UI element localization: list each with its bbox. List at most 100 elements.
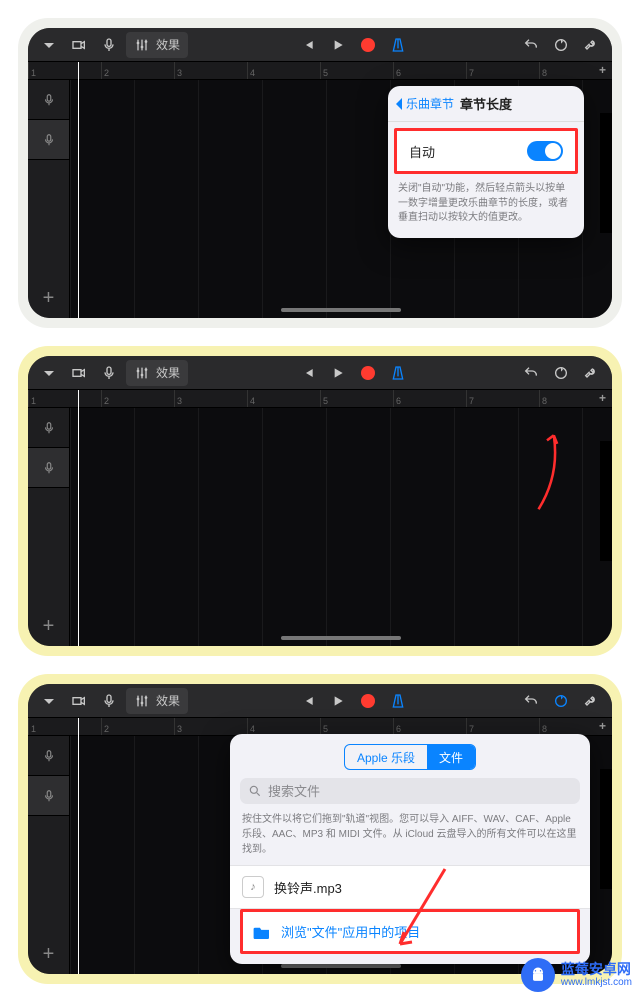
- ruler-add-section[interactable]: +: [599, 63, 606, 77]
- playhead[interactable]: [78, 62, 79, 318]
- segment-apple-loops[interactable]: Apple 乐段: [345, 745, 427, 769]
- undo-button[interactable]: [518, 360, 544, 386]
- auto-row: 自动: [397, 131, 575, 171]
- fx-label: 效果: [156, 692, 180, 709]
- record-icon: [361, 694, 375, 708]
- ruler-add-section[interactable]: +: [599, 391, 606, 405]
- sliders-icon: [134, 693, 150, 709]
- home-indicator: [281, 964, 401, 968]
- toolbar: 效果: [28, 684, 612, 718]
- fx-label: 效果: [156, 36, 180, 53]
- rewind-icon: [300, 365, 316, 381]
- garageband-screen: 效果 1 2 3 4 5 6 7: [28, 356, 612, 646]
- play-button[interactable]: [325, 360, 351, 386]
- camera-icon: [71, 693, 87, 709]
- metronome-icon: [390, 693, 406, 709]
- dropdown-button[interactable]: [36, 32, 62, 58]
- dropdown-button[interactable]: [36, 360, 62, 386]
- loop-browser-button[interactable]: [548, 688, 574, 714]
- record-icon: [361, 366, 375, 380]
- fx-button[interactable]: 效果: [126, 688, 188, 714]
- playhead[interactable]: [78, 718, 79, 974]
- rewind-button[interactable]: [295, 688, 321, 714]
- record-button[interactable]: [355, 688, 381, 714]
- timeline-ruler[interactable]: 1 2 3 4 5 6 7 8 +: [28, 62, 612, 80]
- ruler-tick: 5: [320, 390, 393, 407]
- search-icon: [248, 784, 262, 798]
- play-button[interactable]: [325, 32, 351, 58]
- camera-button[interactable]: [66, 688, 92, 714]
- home-indicator: [281, 308, 401, 312]
- segment-files[interactable]: 文件: [427, 745, 475, 769]
- fx-button[interactable]: 效果: [126, 32, 188, 58]
- ruler-tick: 7: [466, 718, 539, 735]
- toolbar: 效果: [28, 356, 612, 390]
- rewind-button[interactable]: [295, 360, 321, 386]
- fx-button[interactable]: 效果: [126, 360, 188, 386]
- ruler-tick: 1: [28, 390, 101, 407]
- back-label: 乐曲章节: [406, 95, 454, 112]
- timeline-ruler[interactable]: 1 2 3 4 5 6 7 8 +: [28, 390, 612, 408]
- import-hint: 按住文件以将它们拖到"轨道"视图。您可以导入 AIFF、WAV、CAF、Appl…: [230, 812, 590, 865]
- add-track-button[interactable]: +: [28, 934, 69, 974]
- play-button[interactable]: [325, 688, 351, 714]
- undo-button[interactable]: [518, 32, 544, 58]
- browse-files-button[interactable]: 浏览"文件"应用中的项目: [240, 909, 580, 954]
- track-header[interactable]: [28, 408, 69, 448]
- microphone-icon: [101, 37, 117, 53]
- ruler-add-section[interactable]: +: [599, 719, 606, 733]
- file-row[interactable]: ♪ 换铃声.mp3: [230, 865, 590, 909]
- record-button[interactable]: [355, 360, 381, 386]
- rewind-button[interactable]: [295, 32, 321, 58]
- metronome-button[interactable]: [385, 32, 411, 58]
- watermark-logo: [521, 958, 555, 992]
- mic-button[interactable]: [96, 32, 122, 58]
- microphone-icon: [101, 365, 117, 381]
- undo-icon: [523, 693, 539, 709]
- ruler-tick: 7: [466, 62, 539, 79]
- settings-button[interactable]: [578, 688, 604, 714]
- auto-toggle[interactable]: [527, 141, 563, 161]
- garageband-screen: 效果: [28, 28, 612, 318]
- track-header[interactable]: [28, 736, 69, 776]
- chevron-down-icon: [41, 365, 57, 381]
- folder-icon: [253, 925, 271, 939]
- loop-browser-button[interactable]: [548, 360, 574, 386]
- record-button[interactable]: [355, 32, 381, 58]
- track-header[interactable]: [28, 80, 69, 120]
- ruler-tick: 2: [101, 718, 174, 735]
- dropdown-button[interactable]: [36, 688, 62, 714]
- metronome-button[interactable]: [385, 688, 411, 714]
- microphone-icon: [42, 421, 56, 435]
- ruler-tick: 3: [174, 62, 247, 79]
- camera-button[interactable]: [66, 32, 92, 58]
- mic-button[interactable]: [96, 360, 122, 386]
- search-field[interactable]: 搜索文件: [240, 778, 580, 804]
- camera-button[interactable]: [66, 360, 92, 386]
- add-track-button[interactable]: +: [28, 606, 69, 646]
- track-header[interactable]: [28, 448, 69, 488]
- sliders-icon: [134, 365, 150, 381]
- ruler-tick: 1: [28, 62, 101, 79]
- popover-back-button[interactable]: 乐曲章节: [394, 86, 454, 121]
- microphone-icon: [42, 789, 56, 803]
- record-icon: [361, 38, 375, 52]
- loop-browser-button[interactable]: [548, 32, 574, 58]
- track-headers: +: [28, 736, 70, 974]
- ruler-tick: 2: [101, 62, 174, 79]
- track-area[interactable]: [70, 408, 612, 646]
- metronome-button[interactable]: [385, 360, 411, 386]
- track-header[interactable]: [28, 120, 69, 160]
- settings-button[interactable]: [578, 360, 604, 386]
- ruler-tick: 5: [320, 718, 393, 735]
- settings-button[interactable]: [578, 32, 604, 58]
- garageband-screen: 效果 1 2 3 4 5 6 7: [28, 684, 612, 974]
- ruler-tick: 6: [393, 718, 466, 735]
- search-placeholder: 搜索文件: [268, 781, 320, 800]
- mic-button[interactable]: [96, 688, 122, 714]
- playhead[interactable]: [78, 390, 79, 646]
- chevron-left-icon: [394, 97, 404, 111]
- undo-button[interactable]: [518, 688, 544, 714]
- add-track-button[interactable]: +: [28, 278, 69, 318]
- track-header[interactable]: [28, 776, 69, 816]
